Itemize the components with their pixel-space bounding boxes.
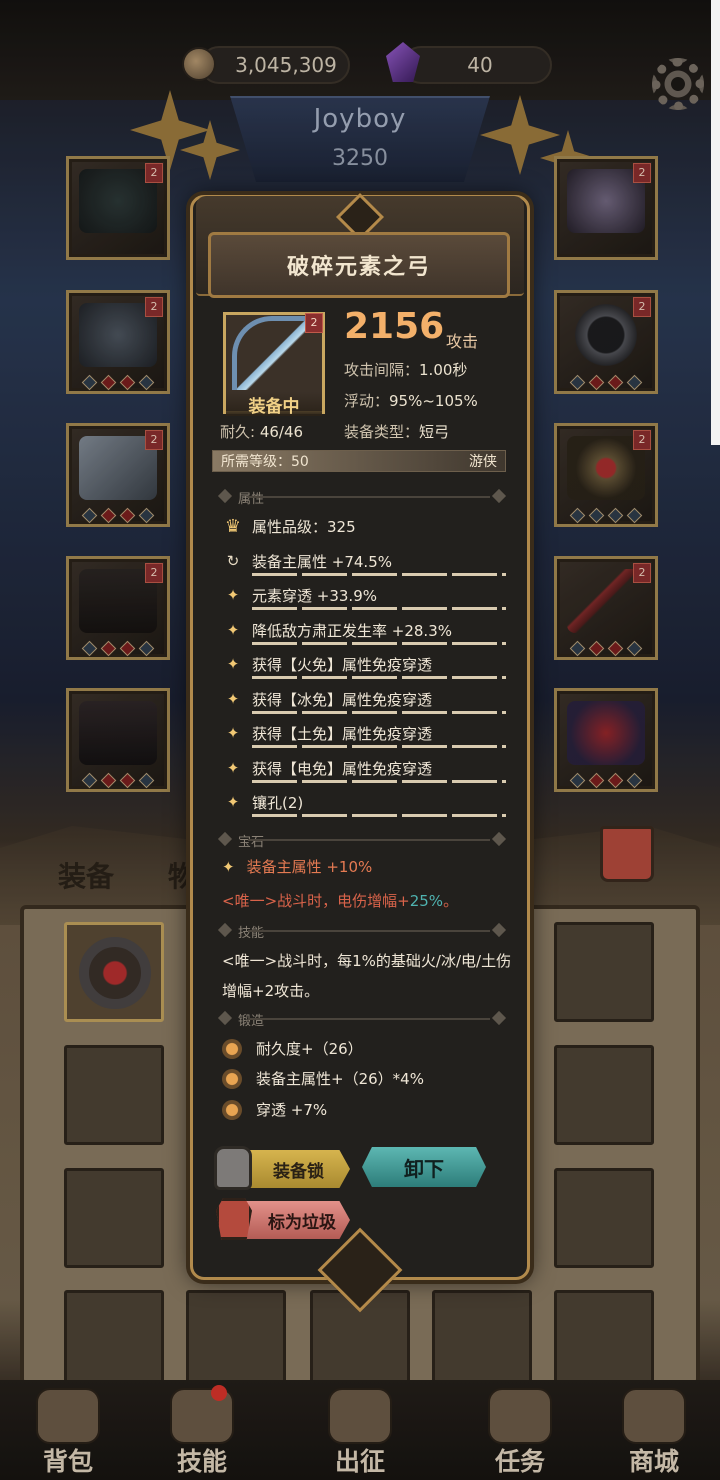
sparkle-icon: ✦ [226,759,240,777]
attribute-row: ✦ 镶孔(2) [222,785,506,819]
section-attributes: 属性 [214,488,510,507]
forge-text: 耐久度+（26） [256,1040,363,1058]
section-forging: 锻造 [214,1010,510,1029]
game-screen: 3,045,309 40 Joyboy 3250 2 2 2 2 2 2 2 2… [0,0,720,1480]
section-gems: 宝石 [214,831,510,850]
attribute-row: ✦ 获得【冰免】属性免疫穿透 [222,682,506,716]
unique-gem-value: 25% [409,892,444,910]
attribute-text: 获得【火免】属性免疫穿透 [252,655,433,674]
item-name: 破碎元素之弓 [208,232,510,298]
attribute-text: 装备主属性 +74.5% [252,552,392,571]
attribute-row: ♛ 属性品级：325 [222,509,506,543]
sparkle-icon: ✦ [222,858,235,876]
attribute-row: ✦ 降低敌方肃正发生率 +28.3% [222,613,506,647]
forge-orb-icon [222,1099,242,1120]
equipped-status: 装备中 [226,392,322,417]
forge-row: 装备主属性+（26）*4% [222,1068,424,1089]
stat-label: 浮动： [344,392,390,410]
button-label: 标为垃圾 [268,1212,336,1233]
stat-durability: 耐久: 46/46 [220,421,303,442]
req-value: 50 [291,454,309,470]
sparkle-icon: ✦ [226,793,240,811]
attribute-text: 获得【冰免】属性免疫穿透 [252,690,433,709]
forge-text: 穿透 +7% [256,1101,328,1119]
sparkle-icon: ✦ [226,690,240,708]
forge-row: 穿透 +7% [222,1099,327,1120]
attribute-text: 降低敌方肃正发生率 +28.3% [252,621,452,640]
attack-value: 2156 [344,306,445,347]
attribute-text: 元素穿透 +33.9% [252,586,377,605]
trash-icon [216,1198,252,1240]
attribute-row: ✦ 获得【电免】属性免疫穿透 [222,751,506,785]
attribute-text: 获得【电免】属性免疫穿透 [252,759,433,778]
unique-gem-suffix: 。 [443,892,459,910]
stat-value: 46/46 [259,423,304,441]
sparkle-icon: ✦ [226,655,240,673]
stat-value: 95%~105% [389,392,478,410]
attribute-row: ✦ 获得【火免】属性免疫穿透 [222,647,506,681]
refresh-icon: ↻ [226,552,240,570]
stat-label: 耐久: [220,423,256,441]
sparkle-icon: ✦ [226,621,240,639]
edge-handle[interactable] [711,0,720,445]
forge-text: 装备主属性+（26）*4% [256,1070,424,1088]
skill-description: <唯一>战斗时，每1%的基础火/冰/电/土伤增幅+2攻击。 [222,952,512,1000]
stat-label: 装备类型： [344,423,420,441]
sparkle-icon: ✦ [226,586,240,604]
button-label: 卸下 [404,1156,444,1181]
rank-badge: 2 [305,313,323,333]
attribute-row: ✦ 获得【土免】属性免疫穿透 [222,716,506,750]
grade-crown-icon: ♛ [224,515,242,537]
forge-row: 耐久度+（26） [222,1038,363,1059]
stat-attack-interval: 攻击间隔：1.00秒 [344,359,467,380]
attack-unit: 攻击 [446,332,479,351]
class-label: 游侠 [469,454,497,470]
stat-label: 攻击间隔： [344,361,420,379]
sparkle-icon: ✦ [226,724,240,742]
req-label: 所需等级： [221,454,291,470]
lock-icon [214,1146,252,1190]
unequip-button[interactable]: 卸下 [362,1147,486,1187]
unique-gem-effect: <唯一>战斗时，电伤增幅+25%。 [222,890,458,911]
required-level-bar: 所需等级：50 游侠 [212,450,506,472]
unique-gem-text: <唯一>战斗时，电伤增幅+ [222,892,410,910]
forge-orb-icon [222,1038,242,1059]
stat-value: 1.00秒 [419,361,468,379]
attribute-text: 获得【土免】属性免疫穿透 [252,724,433,743]
attribute-row: ✦ 元素穿透 +33.9% [222,578,506,612]
elemental-bow-icon [232,316,316,390]
section-skills: 技能 [214,922,510,941]
attribute-row: ↻ 装备主属性 +74.5% [222,544,506,578]
attribute-text: 属性品级：325 [252,517,356,536]
gem-bonus-text: 装备主属性 +10% [246,858,373,876]
gem-bonus-row: ✦ 装备主属性 +10% [222,856,372,877]
stat-variance: 浮动：95%~105% [344,390,478,411]
forge-orb-icon [222,1068,242,1089]
stat-value: 短弓 [419,423,450,441]
attribute-text: 镶孔(2) [252,793,304,812]
stat-equip-type: 装备类型：短弓 [344,421,449,442]
button-label: 装备锁 [273,1161,324,1182]
